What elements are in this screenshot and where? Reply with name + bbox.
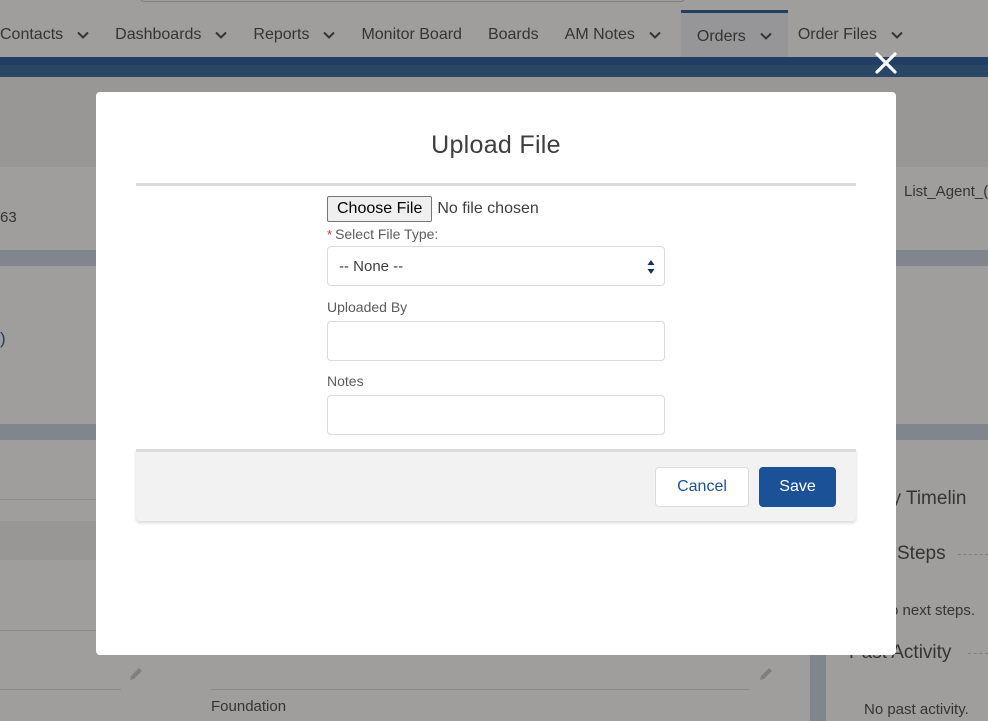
- file-type-select[interactable]: -- None --: [327, 246, 665, 286]
- file-input[interactable]: Choose File No file chosen: [327, 195, 665, 222]
- file-type-selected-value: -- None --: [339, 257, 404, 275]
- file-type-label-text: Select File Type:: [335, 226, 439, 242]
- select-arrows-icon: [647, 260, 655, 274]
- save-button[interactable]: Save: [759, 467, 836, 507]
- required-marker: *: [327, 226, 333, 242]
- file-type-label: * Select File Type:: [327, 225, 665, 243]
- modal-title: Upload File: [431, 131, 561, 159]
- choose-file-button[interactable]: Choose File: [327, 195, 433, 222]
- file-status-text: No file chosen: [437, 199, 539, 217]
- notes-input[interactable]: [327, 395, 665, 435]
- close-icon[interactable]: [872, 49, 900, 77]
- cancel-button[interactable]: Cancel: [655, 467, 749, 507]
- notes-label: Notes: [327, 373, 364, 389]
- uploaded-by-input[interactable]: [327, 321, 665, 361]
- uploaded-by-label: Uploaded By: [327, 299, 408, 315]
- modal-footer: Cancel Save: [136, 449, 856, 521]
- upload-form: Choose File No file chosen * Select File…: [327, 195, 665, 435]
- header-divider: [136, 183, 856, 186]
- upload-file-modal: Upload File Choose File No file chosen *…: [96, 92, 896, 655]
